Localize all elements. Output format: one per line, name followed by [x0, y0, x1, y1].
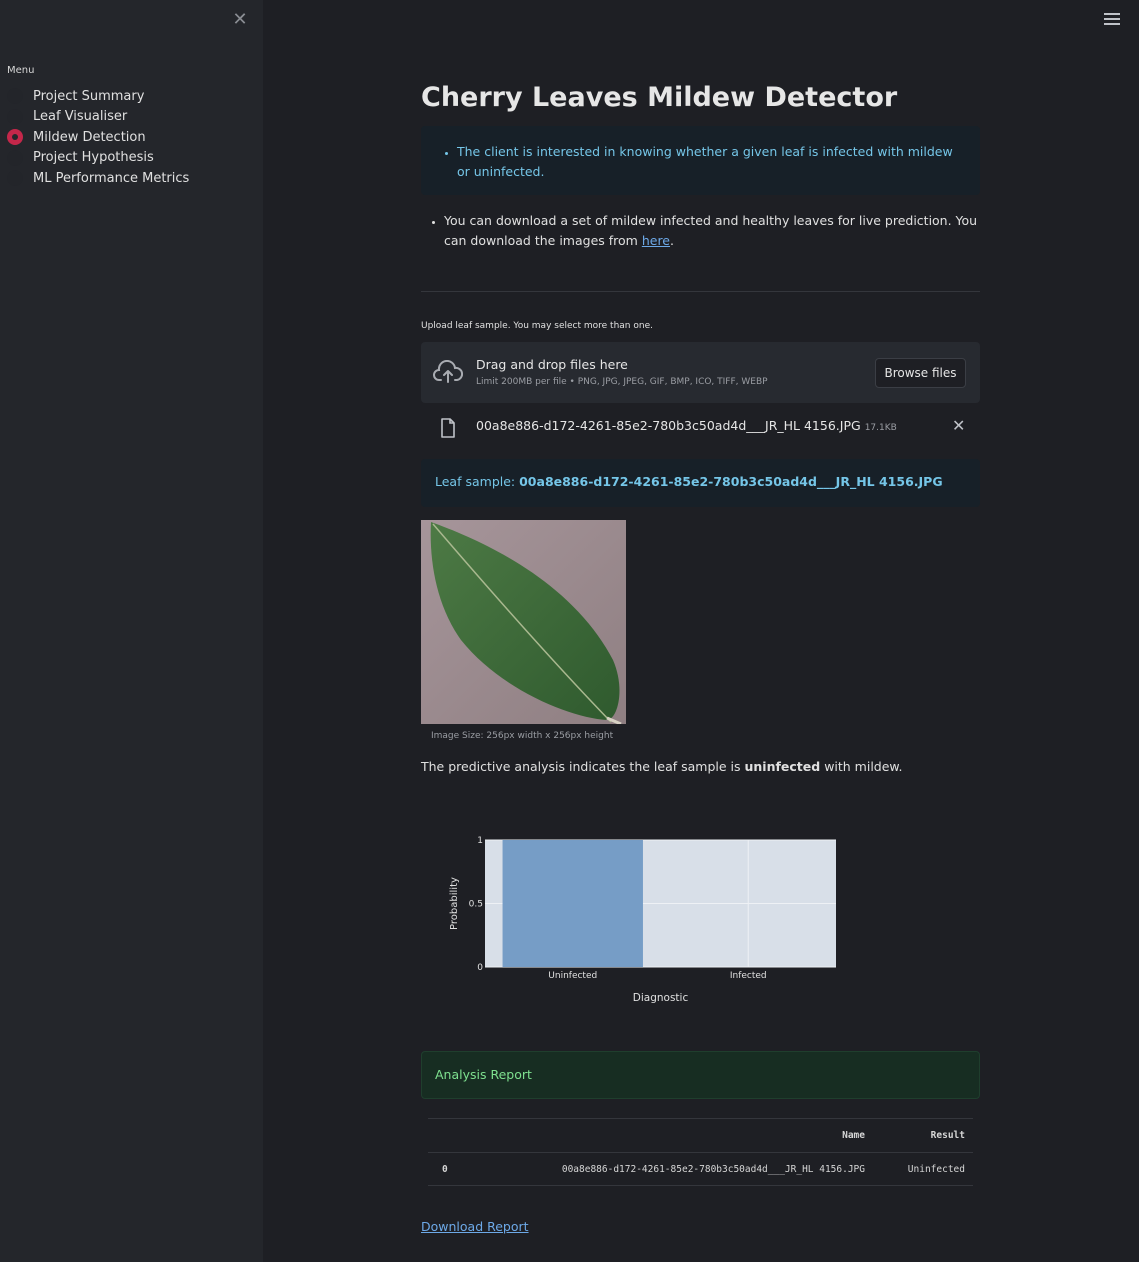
divider [421, 291, 980, 292]
info-text: The client is interested in knowing whet… [457, 142, 960, 182]
menu-title: Menu [7, 65, 35, 76]
analysis-result: uninfected [744, 759, 821, 774]
menu-item-leaf-visualiser[interactable]: Leaf Visualiser [7, 107, 189, 128]
drop-subtitle: Limit 200MB per file • PNG, JPG, JPEG, G… [476, 377, 768, 387]
drop-title: Drag and drop files here [476, 357, 628, 372]
radio-selected-icon[interactable] [7, 129, 23, 146]
uploaded-file-row: 00a8e886-d172-4261-85e2-780b3c50ad4d___J… [421, 412, 980, 442]
y-tick-label: 0 [477, 963, 483, 973]
download-note-text: You can download a set of mildew infecte… [444, 213, 978, 248]
row-index: 0 [428, 1152, 468, 1186]
row-result: Uninfected [873, 1152, 973, 1186]
leaf-sample-name: 00a8e886-d172-4261-85e2-780b3c50ad4d___J… [519, 474, 943, 489]
here-link[interactable]: here [642, 233, 670, 248]
remove-file-icon[interactable]: ✕ [952, 416, 965, 435]
menu-item-label: Project Hypothesis [33, 150, 154, 166]
menu-item-project-hypothesis[interactable]: Project Hypothesis [7, 148, 189, 169]
y-tick-label: 1 [477, 836, 483, 846]
analysis-text: The predictive analysis indicates the le… [421, 759, 902, 774]
upload-label: Upload leaf sample. You may select more … [421, 321, 653, 331]
column-header-name[interactable]: Name [468, 1118, 873, 1153]
info-box: The client is interested in knowing whet… [421, 126, 980, 195]
radio-icon[interactable] [7, 149, 23, 166]
close-sidebar-icon[interactable]: ✕ [231, 11, 249, 29]
radio-icon[interactable] [7, 170, 23, 187]
leaf-sample-prefix: Leaf sample: [435, 474, 520, 489]
bar-uninfected [502, 840, 643, 967]
analysis-prefix: The predictive analysis indicates the le… [421, 759, 745, 774]
y-axis-label: Probability [449, 877, 460, 930]
menu-item-ml-performance-metrics[interactable]: ML Performance Metrics [7, 168, 189, 189]
download-report-link[interactable]: Download Report [421, 1219, 529, 1234]
row-name: 00a8e886-d172-4261-85e2-780b3c50ad4d___J… [468, 1152, 873, 1186]
table-header-row: Name Result [428, 1118, 973, 1153]
menu-list: Project Summary Leaf Visualiser Mildew D… [7, 86, 189, 189]
file-dropzone[interactable]: Drag and drop files here Limit 200MB per… [421, 342, 980, 403]
hamburger-menu-icon[interactable] [1104, 13, 1120, 27]
leaf-sample-box: Leaf sample: 00a8e886-d172-4261-85e2-780… [421, 459, 980, 507]
cloud-upload-icon [433, 360, 463, 383]
radio-icon[interactable] [7, 108, 23, 125]
image-caption: Image Size: 256px width x 256px height [431, 731, 614, 741]
x-tick-label: Infected [730, 971, 767, 981]
report-table: Name Result 0 00a8e886-d172-4261-85e2-78… [428, 1118, 973, 1186]
y-tick-label: 0.5 [469, 900, 483, 910]
menu-item-label: Leaf Visualiser [33, 109, 128, 125]
menu-item-label: Project Summary [33, 88, 145, 104]
page-title: Cherry Leaves Mildew Detector [421, 82, 898, 113]
menu-item-mildew-detection[interactable]: Mildew Detection [7, 127, 189, 148]
leaf-image [421, 520, 626, 724]
file-size: 17.1KB [864, 423, 897, 433]
analysis-suffix: with mildew. [820, 759, 903, 774]
radio-icon[interactable] [7, 88, 23, 105]
menu-item-label: ML Performance Metrics [33, 170, 190, 186]
column-header-index [428, 1118, 468, 1153]
analysis-report-header: Analysis Report [421, 1051, 980, 1099]
file-name: 00a8e886-d172-4261-85e2-780b3c50ad4d___J… [476, 418, 897, 433]
column-header-result[interactable]: Result [873, 1118, 973, 1153]
download-note: You can download a set of mildew infecte… [421, 211, 980, 251]
file-icon [441, 418, 455, 438]
x-tick-label: Uninfected [548, 971, 597, 981]
x-axis-label: Diagnostic [633, 992, 689, 1004]
file-name-text: 00a8e886-d172-4261-85e2-780b3c50ad4d___J… [476, 418, 861, 433]
table-row: 0 00a8e886-d172-4261-85e2-780b3c50ad4d__… [428, 1152, 973, 1186]
download-note-end: . [670, 233, 674, 248]
browse-files-button[interactable]: Browse files [875, 358, 966, 388]
probability-chart: 0 0.5 1 Uninfected Infected Diagnostic Probabi… [435, 828, 855, 1018]
sidebar: ✕ Menu Project Summary Leaf Visualiser M… [0, 0, 263, 1262]
menu-item-project-summary[interactable]: Project Summary [7, 86, 189, 107]
menu-item-label: Mildew Detection [33, 129, 146, 145]
chart-svg: 0 0.5 1 Uninfected Infected Diagnostic Probabi… [449, 836, 836, 1004]
